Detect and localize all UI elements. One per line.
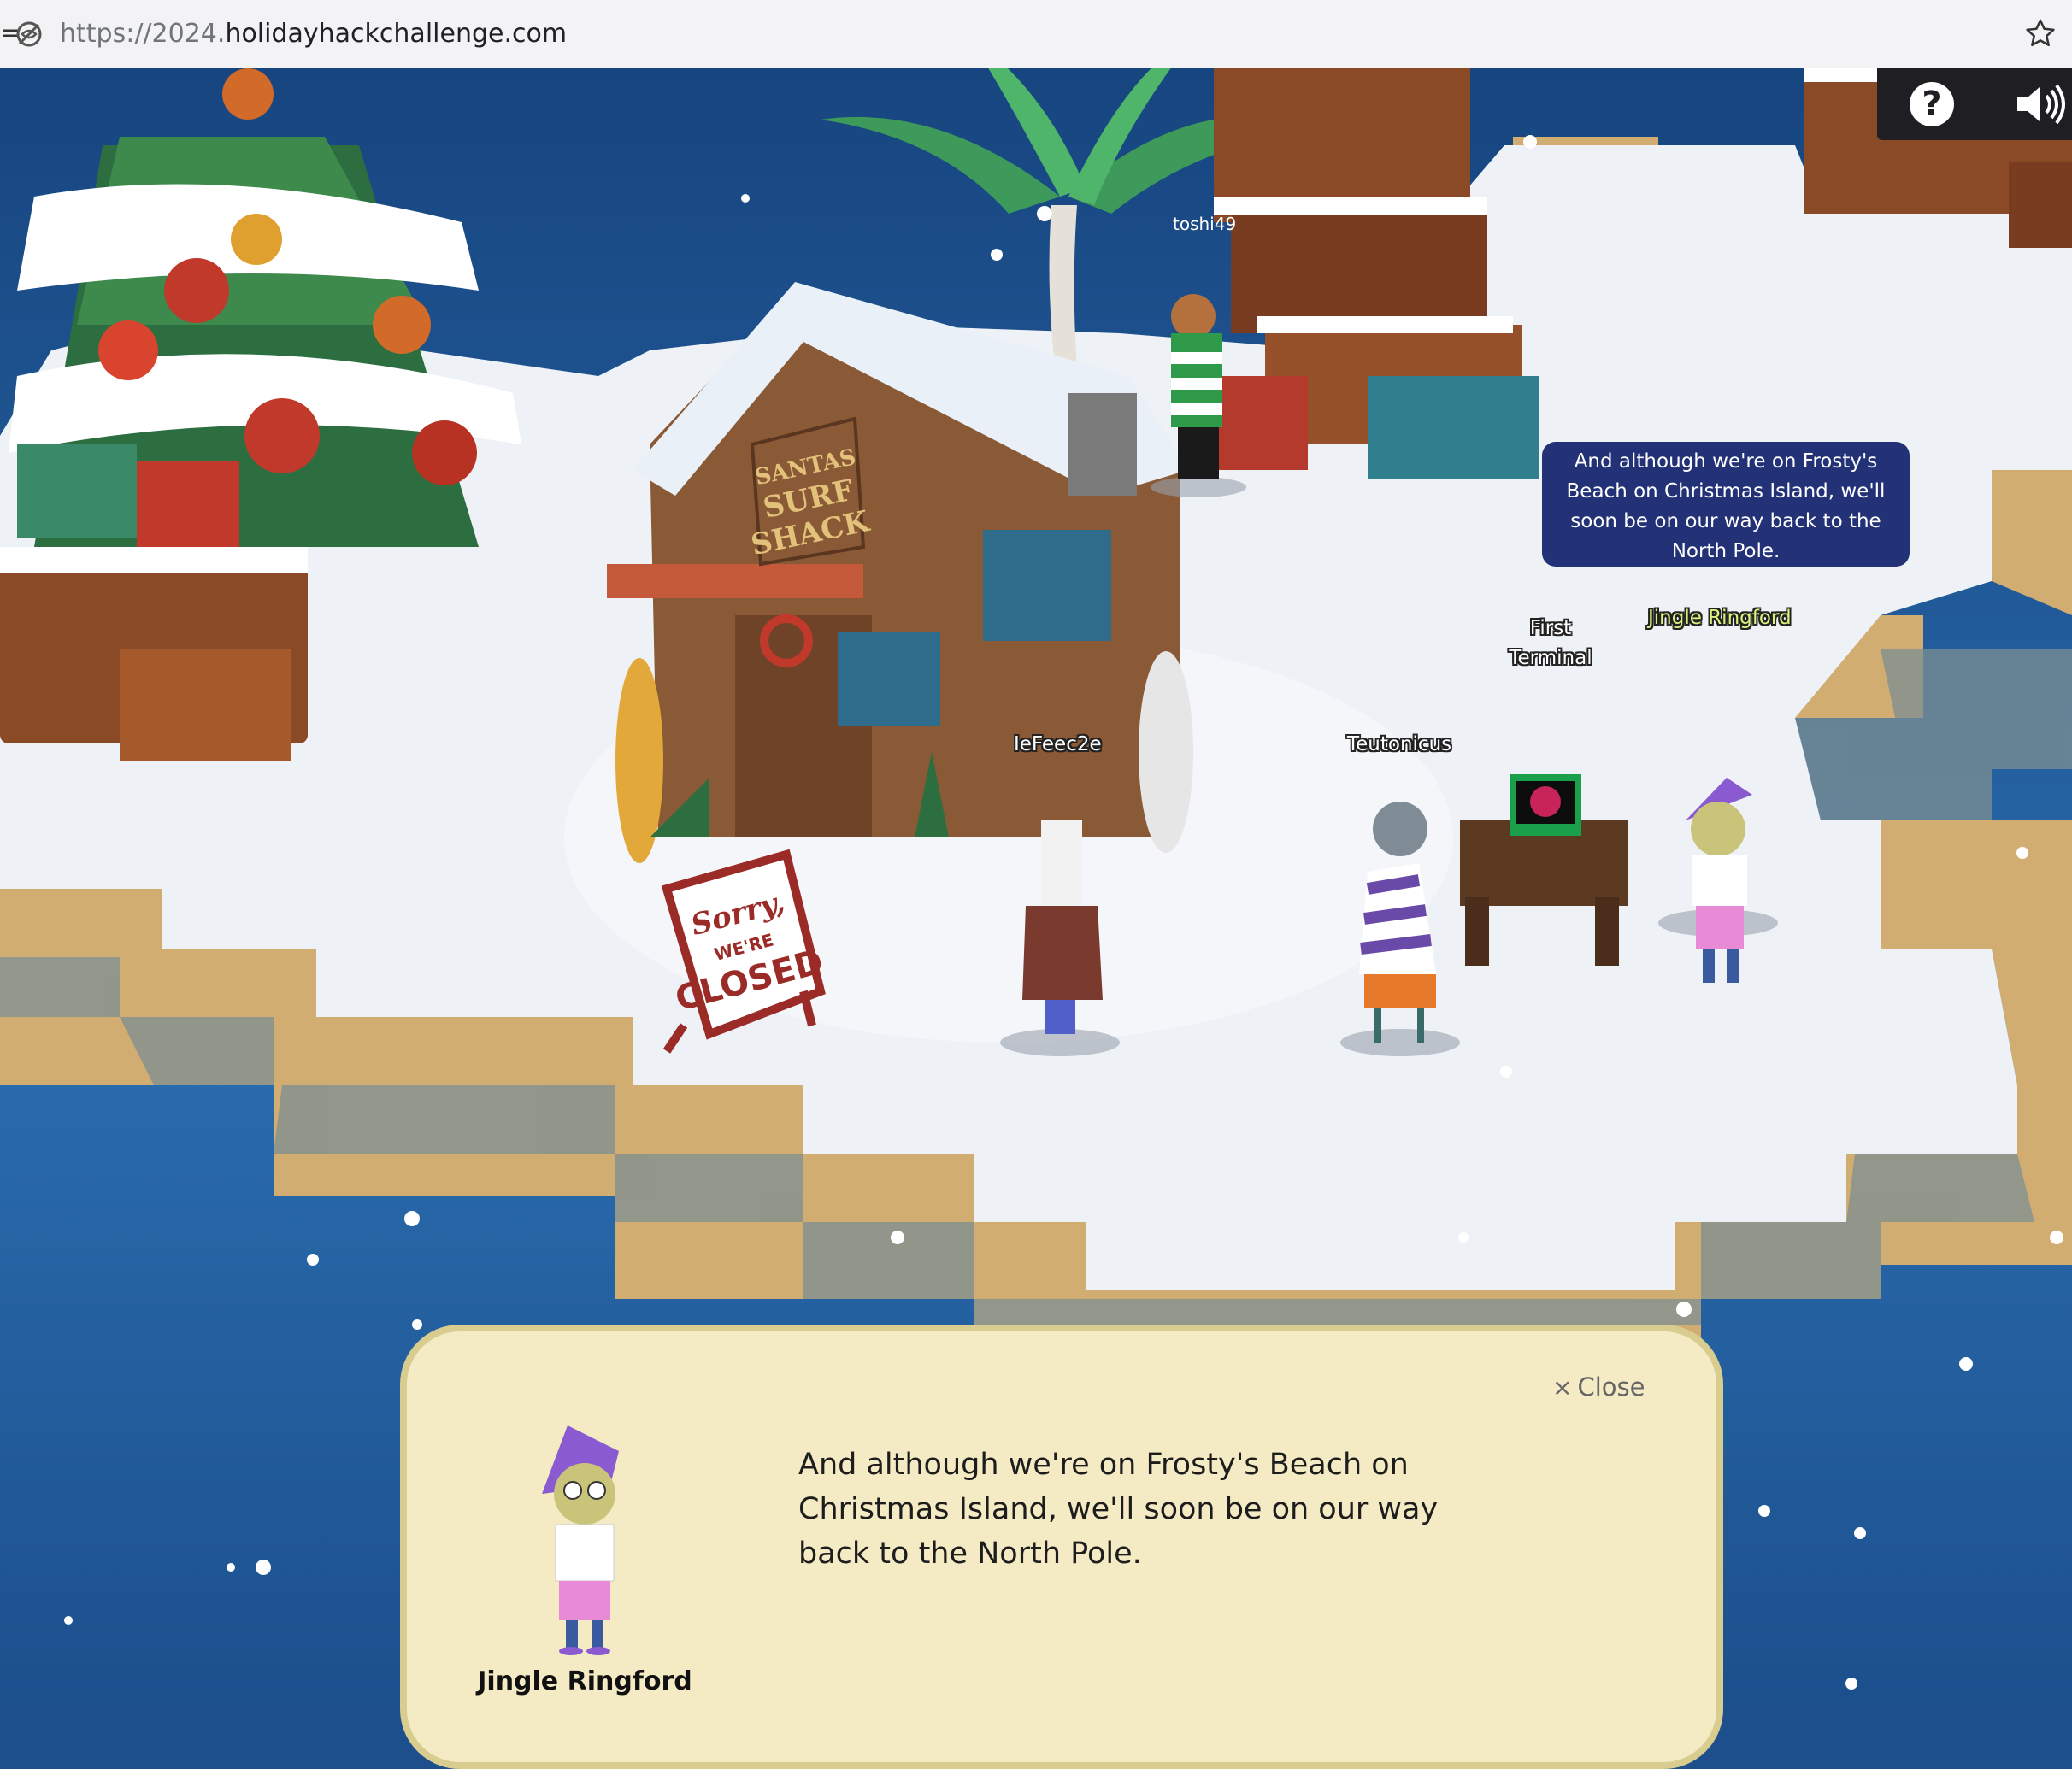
close-icon: ×	[1552, 1373, 1573, 1402]
npc-name-jingle-ringford[interactable]: Jingle Ringford	[1648, 607, 1792, 629]
tracking-protection-icon[interactable]	[14, 19, 44, 50]
speaker-icon[interactable]	[2014, 82, 2069, 126]
url-domain: holidayhackchallenge.com	[225, 19, 568, 49]
tab-edge-fragment: =	[0, 18, 22, 48]
player-name-toshi49: toshi49	[1173, 214, 1237, 234]
terminal-label-line2: Terminal	[1509, 647, 1592, 669]
speaker-name: Jingle Ringford	[477, 1666, 692, 1696]
browser-address-bar[interactable]: = https://2024.holidayhackchallenge.com	[0, 0, 2072, 68]
help-icon[interactable]: ?	[1910, 82, 1954, 126]
speech-bubble: And although we're on Frosty's Beach on …	[1542, 442, 1910, 567]
player-avatar-toshi49	[1171, 294, 1222, 479]
url-subdomain: 2024.	[151, 19, 226, 49]
player-name-iefeec2e: IeFeec2e	[1014, 733, 1102, 755]
player-name-teutonicus: Teutonicus	[1347, 733, 1452, 755]
dialog-text: And although we're on Frosty's Beach on …	[798, 1448, 1439, 1571]
terminal-label[interactable]: First Terminal	[1504, 614, 1597, 673]
dialog-close-button[interactable]: × Close	[1552, 1372, 1645, 1402]
speaker-portrait	[542, 1425, 619, 1655]
dialog-close-label: Close	[1577, 1372, 1645, 1402]
npc-dialog: × Close Jingle Ringford And although we'r…	[400, 1325, 1723, 1769]
bookmark-star-icon[interactable]	[2024, 17, 2057, 50]
url-field[interactable]: https://2024.holidayhackchallenge.com	[60, 15, 567, 53]
url-scheme: https://	[60, 19, 152, 49]
game-controls: ?	[1877, 68, 2072, 140]
terminal-label-line1: First	[1529, 617, 1572, 639]
